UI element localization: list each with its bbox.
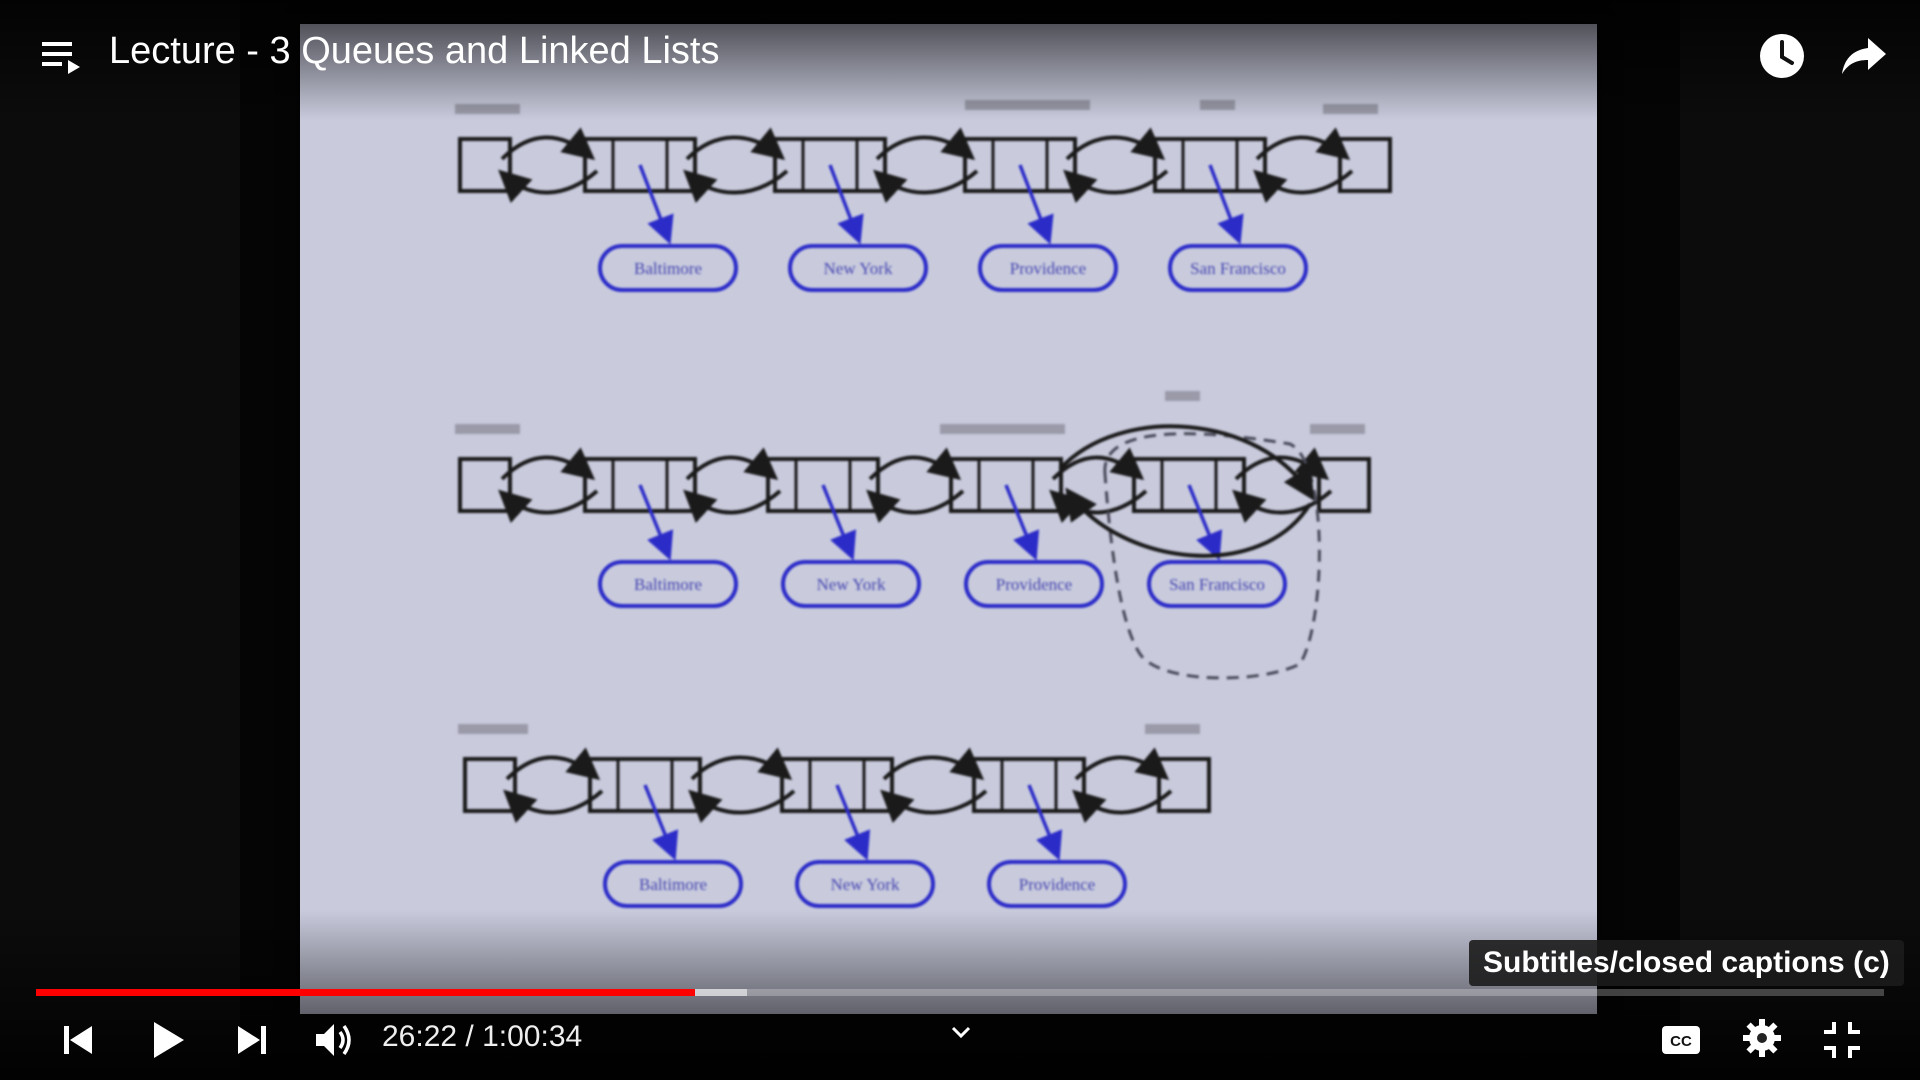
element-pointer	[1187, 484, 1223, 561]
element-pointer	[638, 164, 674, 245]
element-pointer	[835, 784, 871, 861]
prev-link	[683, 169, 789, 204]
element-label: New York	[831, 875, 900, 894]
clock-icon	[1760, 34, 1804, 78]
title-bar: Lecture - 3 Queues and Linked Lists	[0, 0, 1920, 110]
playlist-button[interactable]	[36, 34, 84, 78]
dim-labels	[455, 100, 1378, 734]
time-display: 26:22 / 1:00:34	[382, 1020, 582, 1054]
trailer-node	[1317, 457, 1371, 513]
element-label: Providence	[996, 575, 1072, 594]
header-node	[458, 457, 512, 513]
element-label: Baltimore	[634, 259, 702, 278]
next-link	[1074, 747, 1170, 781]
video-title[interactable]: Lecture - 3 Queues and Linked Lists	[109, 30, 720, 73]
skip-next-icon	[238, 1026, 266, 1054]
next-button[interactable]	[232, 1018, 272, 1067]
next-link	[685, 447, 779, 481]
lecture-slide: Baltimore New York Providence San Francisco…	[300, 24, 1597, 1014]
next-link	[882, 747, 985, 781]
element-label: Baltimore	[634, 575, 702, 594]
next-link	[690, 747, 793, 781]
next-link	[500, 447, 596, 481]
element-pointer	[821, 484, 857, 561]
element-label: New York	[824, 259, 893, 278]
next-link	[505, 747, 601, 781]
element-pointer	[1208, 164, 1244, 245]
previous-button[interactable]	[58, 1018, 98, 1067]
progress-bar[interactable]	[36, 989, 1884, 996]
current-time: 26:22	[382, 1020, 458, 1053]
element-pointer	[1027, 784, 1063, 861]
prev-link	[1063, 169, 1169, 204]
next-link	[500, 127, 596, 161]
prev-link	[688, 789, 796, 824]
share-button[interactable]	[1838, 30, 1890, 82]
element-pointer	[638, 484, 674, 561]
element-label: New York	[817, 575, 886, 594]
cc-icon: CC	[1662, 1026, 1700, 1054]
prev-link	[880, 789, 988, 824]
element-pointer	[1018, 164, 1054, 245]
share-icon	[1842, 38, 1886, 74]
video-player[interactable]: Baltimore New York Providence San Francisco…	[0, 0, 1920, 1080]
played-bar	[36, 989, 696, 996]
play-button[interactable]	[146, 1016, 190, 1069]
prev-link	[873, 169, 979, 204]
element-label: San Francisco	[1169, 575, 1265, 594]
next-link	[875, 127, 976, 161]
playlist-icon	[42, 42, 80, 74]
next-link	[1065, 127, 1166, 161]
bypass-link	[1065, 487, 1312, 558]
element-label: Providence	[1010, 259, 1086, 278]
volume-button[interactable]	[312, 1018, 358, 1067]
exit-fullscreen-icon	[1824, 1022, 1860, 1058]
element-label: Providence	[1019, 875, 1095, 894]
next-link	[685, 127, 786, 161]
gear-icon	[1743, 1019, 1781, 1057]
next-link	[1255, 127, 1351, 161]
trailer-node	[1338, 137, 1392, 193]
captions-tooltip: Subtitles/closed captions (c)	[1469, 940, 1904, 986]
duration: 1:00:34	[482, 1020, 583, 1053]
element-pointer	[828, 164, 864, 245]
linked-list-diagram: Baltimore New York Providence San Francisco…	[455, 100, 1392, 908]
captions-button[interactable]: CC	[1658, 1018, 1704, 1065]
next-link	[868, 447, 962, 481]
svg-text:CC: CC	[1670, 1033, 1692, 1050]
time-separator: /	[457, 1020, 483, 1053]
play-icon	[154, 1022, 184, 1058]
volume-icon	[316, 1024, 351, 1056]
element-label: San Francisco	[1190, 259, 1286, 278]
header-node	[458, 137, 512, 193]
exit-fullscreen-button[interactable]	[1820, 1018, 1864, 1067]
element-label: Baltimore	[639, 875, 707, 894]
chevron-down-icon	[951, 1026, 971, 1039]
element-pointer	[643, 784, 679, 861]
element-pointer	[1004, 484, 1040, 561]
header-node	[463, 757, 517, 813]
chapter-button[interactable]	[948, 1022, 974, 1042]
settings-button[interactable]	[1740, 1016, 1784, 1065]
watch-later-button[interactable]	[1756, 30, 1808, 82]
skip-previous-icon	[64, 1026, 92, 1054]
trailer-node	[1157, 757, 1211, 813]
